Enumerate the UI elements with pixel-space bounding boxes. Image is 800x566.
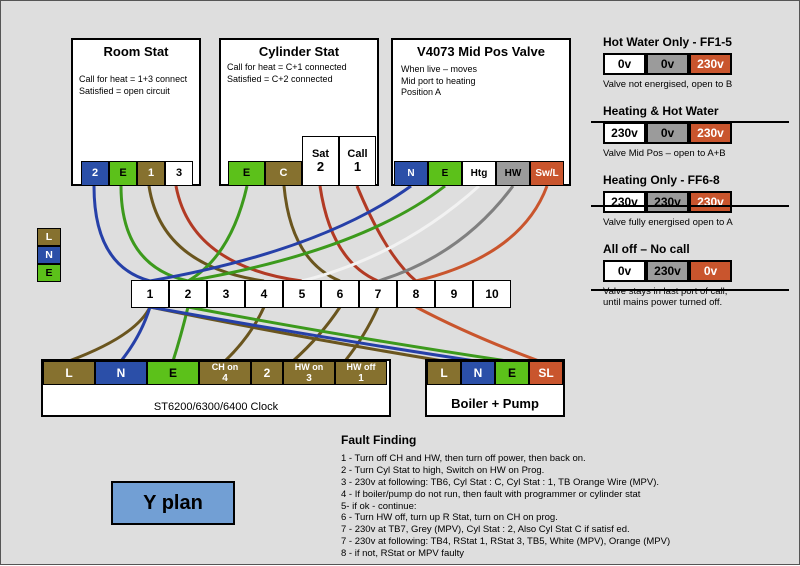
fault-line: 1 - Turn off CH and HW, then turn off po… xyxy=(341,453,781,465)
clock-term-1: HW off1 xyxy=(335,361,387,385)
tb-3: 3 xyxy=(207,280,245,308)
room-stat-term-1: 1 xyxy=(137,161,165,186)
state-sub: Valve Mid Pos – open to A+B xyxy=(603,148,781,159)
legend-E: E xyxy=(37,264,61,282)
state-voltage: 230v xyxy=(603,191,646,213)
boiler-terminals: LNESL xyxy=(427,361,563,385)
tb-10: 10 xyxy=(473,280,511,308)
boiler-term-SL: SL xyxy=(529,361,563,385)
fault-line: 8 - if not, RStat or MPV faulty xyxy=(341,548,781,560)
state-separator-2 xyxy=(591,205,789,207)
state-1: Heating & Hot Water 230v0v230v Valve Mid P… xyxy=(603,104,781,159)
fault-line: 6 - Turn HW off, turn up R Stat, turn on… xyxy=(341,512,781,524)
state-0: Hot Water Only - FF1-50v0v230vValve not … xyxy=(603,35,781,90)
valve-term-E: E xyxy=(428,161,462,186)
boiler-term-E: E xyxy=(495,361,529,385)
room-stat-term-E: E xyxy=(109,161,137,186)
state-voltage: 0v xyxy=(646,122,689,144)
tb-8: 8 xyxy=(397,280,435,308)
valve-note: When live – moves Mid port to heating Po… xyxy=(401,64,477,99)
lne-legend: LNE xyxy=(37,228,61,282)
room-stat-note: Call for heat = 1+3 connect Satisfied = … xyxy=(79,74,187,97)
valve-term-Sw/L: Sw/L xyxy=(530,161,564,186)
state-voltage: 230v xyxy=(646,260,689,282)
legend-N: N xyxy=(37,246,61,264)
clock-term-E: E xyxy=(147,361,199,385)
tb-7: 7 xyxy=(359,280,397,308)
cyl-stat-term-2: Sat2 xyxy=(302,136,339,186)
cyl-stat-term-C: C xyxy=(265,161,302,186)
state-title: All off – No call xyxy=(603,242,781,256)
state-voltage: 230v xyxy=(689,53,732,75)
state-2: Heating Only - FF6-8230v230v230vValve fu… xyxy=(603,173,781,228)
legend-L: L xyxy=(37,228,61,246)
state-separator-3 xyxy=(591,289,789,291)
state-voltage: 230v xyxy=(689,191,732,213)
fault-lines: 1 - Turn off CH and HW, then turn off po… xyxy=(341,453,781,560)
room-stat-term-3: 3 xyxy=(165,161,193,186)
state-title: Heating Only - FF6-8 xyxy=(603,173,781,187)
valve-term-N: N xyxy=(394,161,428,186)
tb-1: 1 xyxy=(131,280,169,308)
state-voltage: 230v xyxy=(646,191,689,213)
boiler-title: Boiler + Pump xyxy=(427,396,563,411)
cyl-stat-term-1: Call1 xyxy=(339,136,376,186)
boiler-term-L: L xyxy=(427,361,461,385)
fault-line: 3 - 230v at following: TB6, Cyl Stat : C… xyxy=(341,477,781,489)
clock-term-N: N xyxy=(95,361,147,385)
fault-line: 4 - If boiler/pump do not run, then faul… xyxy=(341,489,781,501)
state-title: Heating & Hot Water xyxy=(603,104,781,118)
state-voltage: 230v xyxy=(603,122,646,144)
state-separator-1 xyxy=(591,121,789,123)
state-voltage: 0v xyxy=(689,260,732,282)
cylinder-stat-title: Cylinder Stat xyxy=(221,44,377,59)
valve-states-panel: Hot Water Only - FF1-50v0v230vValve not … xyxy=(603,35,781,322)
boiler-term-N: N xyxy=(461,361,495,385)
tb-5: 5 xyxy=(283,280,321,308)
clock-label: ST6200/6300/6400 Clock xyxy=(43,401,389,413)
state-3: All off – No call0v230v0vValve stays in … xyxy=(603,242,781,308)
y-plan-badge: Y plan xyxy=(111,481,235,525)
cyl-stat-term-E: E xyxy=(228,161,265,186)
state-voltage: 0v xyxy=(603,53,646,75)
diagram-root: Room Stat Call for heat = 1+3 connect Sa… xyxy=(0,0,800,565)
state-voltage: 0v xyxy=(603,260,646,282)
fault-title: Fault Finding xyxy=(341,433,781,447)
state-title: Hot Water Only - FF1-5 xyxy=(603,35,781,49)
room-stat-title: Room Stat xyxy=(73,44,199,59)
state-sub: Valve fully energised open to A xyxy=(603,217,781,228)
cylinder-stat-note: Call for heat = C+1 connected Satisfied … xyxy=(227,62,347,85)
fault-line: 7 - 230v at following: TB4, RStat 1, RSt… xyxy=(341,536,781,548)
state-voltage: 0v xyxy=(646,53,689,75)
valve-term-HW: HW xyxy=(496,161,530,186)
terminal-block: 12345678910 xyxy=(131,280,511,308)
clock-term-2: 2 xyxy=(251,361,283,385)
valve-title: V4073 Mid Pos Valve xyxy=(393,44,569,59)
tb-4: 4 xyxy=(245,280,283,308)
state-voltage: 230v xyxy=(689,122,732,144)
fault-finding: Fault Finding 1 - Turn off CH and HW, th… xyxy=(341,433,781,560)
clock-term-3: HW on3 xyxy=(283,361,335,385)
clock-term-4: CH on4 xyxy=(199,361,251,385)
clock-term-L: L xyxy=(43,361,95,385)
state-sub: Valve not energised, open to B xyxy=(603,79,781,90)
fault-line: 2 - Turn Cyl Stat to high, Switch on HW … xyxy=(341,465,781,477)
tb-9: 9 xyxy=(435,280,473,308)
fault-line: 5- if ok - continue: xyxy=(341,501,781,513)
valve-term-Htg: Htg xyxy=(462,161,496,186)
clock-terminals: LNECH on42HW on3HW off1 xyxy=(43,361,387,385)
fault-line: 7 - 230v at TB7, Grey (MPV), Cyl Stat : … xyxy=(341,524,781,536)
tb-6: 6 xyxy=(321,280,359,308)
tb-2: 2 xyxy=(169,280,207,308)
room-stat-term-2: 2 xyxy=(81,161,109,186)
